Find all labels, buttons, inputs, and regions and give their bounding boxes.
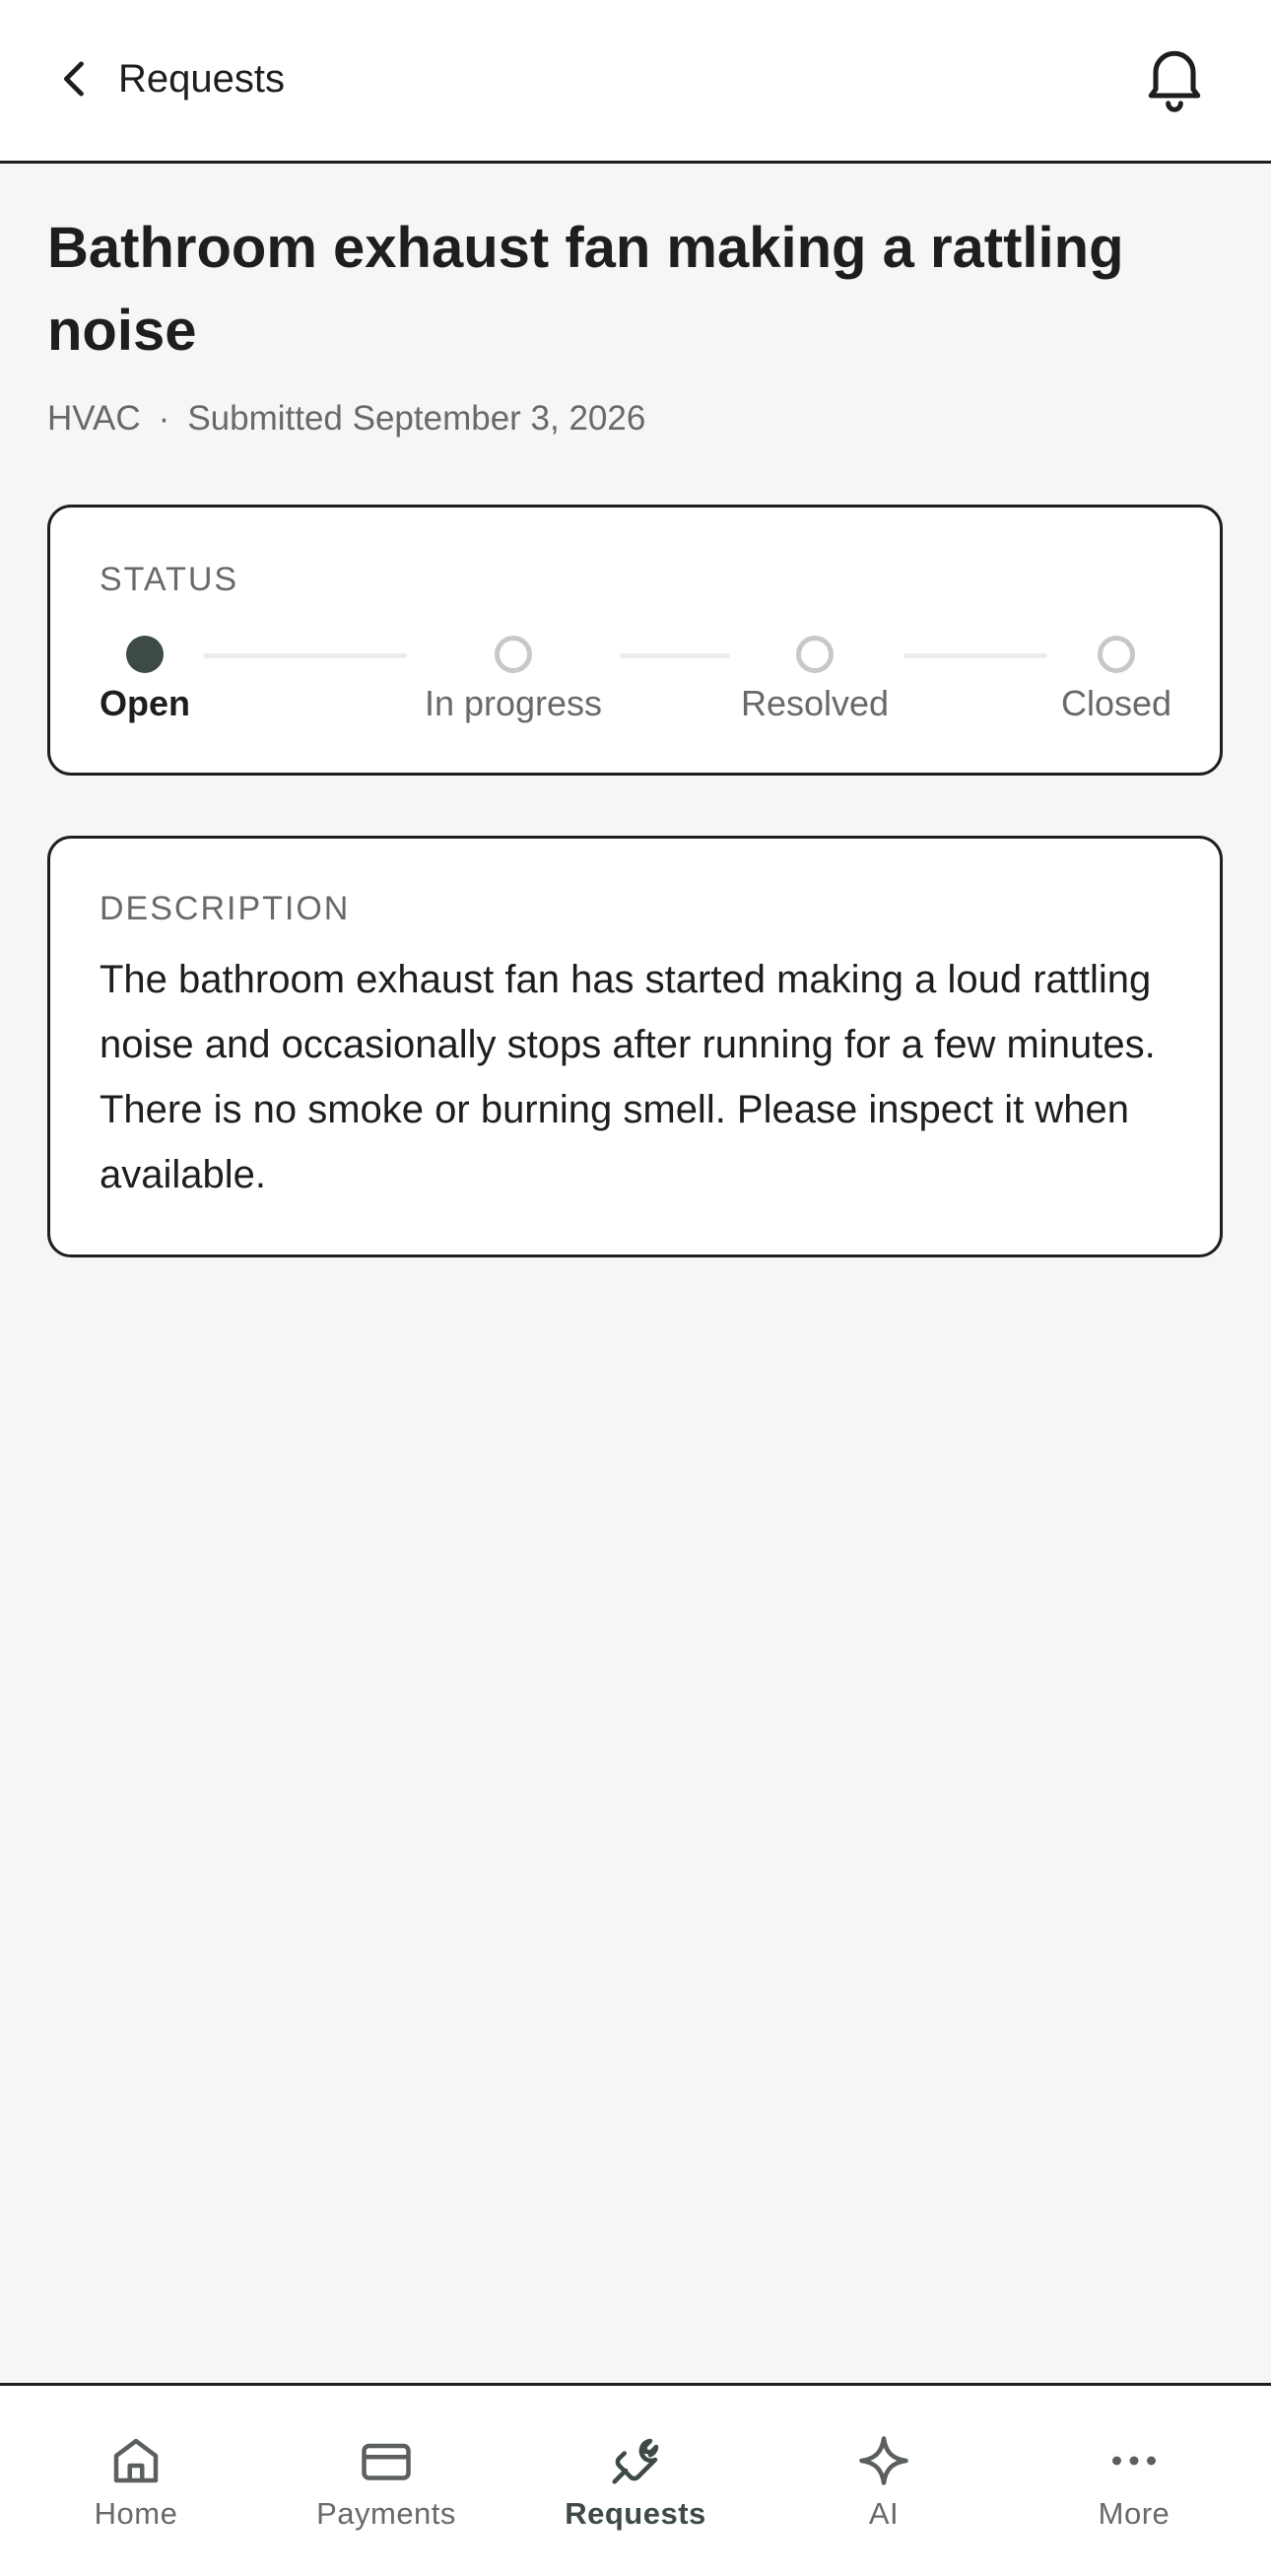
status-connector (620, 653, 730, 658)
wrench-icon (612, 2438, 659, 2484)
bottom-tab-bar: Home Payments Requests AI More (0, 2383, 1271, 2576)
tab-home[interactable]: Home (37, 2386, 234, 2534)
description-heading: DESCRIPTION (100, 890, 351, 927)
back-button[interactable]: Requests (49, 44, 285, 113)
tab-payments-label: Payments (316, 2496, 456, 2531)
tab-more-label: More (1098, 2496, 1171, 2531)
tab-home-label: Home (94, 2496, 178, 2531)
meta-separator: · (158, 399, 170, 438)
description-card: DESCRIPTION The bathroom exhaust fan has… (47, 836, 1223, 1257)
credit-card-icon (362, 2443, 411, 2480)
request-detail-screen: Requests Bathroom exhaust fan making a r… (0, 0, 1271, 2576)
notifications-button[interactable] (1137, 39, 1212, 114)
status-heading: STATUS (100, 561, 239, 598)
tab-requests[interactable]: Requests (537, 2386, 734, 2534)
status-step-resolved-label: Resolved (740, 683, 890, 723)
status-connector (903, 653, 1047, 658)
tab-ai[interactable]: AI (785, 2386, 982, 2534)
status-step-open-dot (126, 636, 164, 673)
status-connector (203, 653, 407, 658)
status-step-in-progress-dot (495, 636, 532, 673)
more-icon (1112, 2456, 1156, 2466)
page-title: Bathroom exhaust fan making a rattling n… (47, 216, 1124, 363)
status-card: STATUS Open In progress Resolved Closed (47, 505, 1223, 776)
status-step-open-label: Open (99, 683, 191, 723)
back-label: Requests (118, 56, 285, 101)
status-step-closed-label: Closed (1060, 683, 1172, 723)
tab-requests-label: Requests (565, 2496, 706, 2531)
home-icon (113, 2438, 159, 2483)
tab-more[interactable]: More (1036, 2386, 1233, 2534)
top-bar: Requests (0, 0, 1271, 164)
tab-payments[interactable]: Payments (288, 2386, 485, 2534)
tab-ai-label: AI (868, 2496, 900, 2531)
bell-icon (1148, 50, 1201, 112)
chevron-left-icon (63, 61, 84, 97)
status-step-in-progress-label: In progress (424, 683, 603, 723)
description-text: The bathroom exhaust fan has started mak… (100, 958, 1156, 1196)
status-step-closed-dot (1098, 636, 1135, 673)
request-meta: HVAC · Submitted September 3, 2026 (47, 399, 645, 439)
category-label: HVAC (47, 399, 141, 438)
status-step-resolved-dot (796, 636, 834, 673)
sparkle-icon (859, 2436, 908, 2485)
submitted-date: Submitted September 3, 2026 (187, 399, 646, 438)
